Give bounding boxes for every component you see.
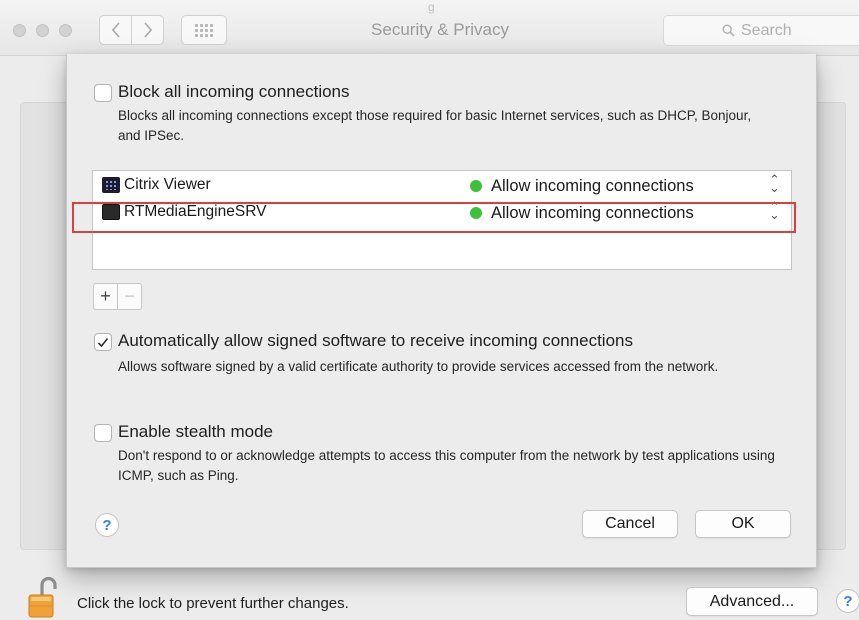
close-window-button[interactable] — [13, 24, 26, 37]
forward-button[interactable] — [131, 15, 164, 45]
minimize-window-button[interactable] — [36, 24, 49, 37]
block-all-description: Blocks all incoming connections except t… — [118, 108, 752, 143]
auto-allow-signed-description: Allows software signed by a valid certif… — [118, 359, 719, 374]
zoom-window-button[interactable] — [59, 24, 72, 37]
block-all-label: Block all incoming connections — [118, 82, 350, 101]
status-dot-green — [470, 180, 482, 192]
chevron-left-icon — [111, 22, 120, 38]
unlocked-padlock-icon[interactable] — [28, 576, 58, 618]
app-row-rtmediaenginesrv[interactable]: RTMediaEngineSRV Allow incoming connecti… — [93, 199, 791, 225]
auto-allow-signed-checkbox[interactable] — [94, 333, 112, 351]
app-name: RTMediaEngineSRV — [124, 203, 267, 220]
app-name: Citrix Viewer — [124, 176, 211, 193]
chevron-right-icon — [143, 22, 152, 38]
stealth-mode-description: Don't respond to or acknowledge attempts… — [118, 448, 775, 483]
stealth-mode-checkbox[interactable] — [94, 424, 112, 442]
remove-app-button[interactable]: − — [117, 283, 142, 310]
citrix-app-icon — [102, 177, 120, 193]
search-field[interactable]: Search — [663, 15, 859, 46]
cancel-button[interactable]: Cancel — [582, 510, 678, 538]
help-button-main[interactable]: ? — [836, 589, 859, 613]
grid-icon — [195, 23, 213, 37]
connection-policy-select[interactable]: Allow incoming connections — [491, 177, 694, 196]
back-button[interactable] — [99, 15, 132, 45]
block-all-checkbox[interactable] — [94, 84, 112, 102]
search-icon — [722, 24, 735, 37]
window-title: Security & Privacy — [371, 20, 509, 39]
add-app-button[interactable]: + — [93, 283, 118, 310]
connection-policy-select[interactable]: Allow incoming connections — [491, 204, 694, 223]
up-down-arrows-icon[interactable]: ⌃ ⌄ — [769, 173, 780, 194]
search-placeholder: Search — [741, 21, 792, 39]
checkmark-icon — [97, 337, 109, 347]
help-button[interactable]: ? — [95, 513, 119, 537]
title-fragment: g — [428, 0, 435, 14]
lock-status-text: Click the lock to prevent further change… — [77, 595, 349, 612]
application-list[interactable]: Citrix Viewer Allow incoming connections… — [92, 170, 792, 270]
ok-button[interactable]: OK — [695, 510, 791, 538]
show-all-button[interactable] — [181, 15, 227, 45]
status-dot-green — [470, 207, 482, 219]
terminal-app-icon — [102, 204, 120, 220]
app-row-citrix-viewer[interactable]: Citrix Viewer Allow incoming connections… — [93, 172, 791, 198]
stealth-mode-label: Enable stealth mode — [118, 422, 273, 441]
auto-allow-signed-label: Automatically allow signed software to r… — [118, 331, 633, 350]
firewall-options-sheet: Block all incoming connections Blocks al… — [66, 54, 817, 568]
window-titlebar: g Security & Privacy Search — [0, 0, 859, 56]
advanced-button[interactable]: Advanced... — [686, 587, 818, 616]
up-down-arrows-icon[interactable]: ⌃ ⌄ — [769, 200, 780, 221]
